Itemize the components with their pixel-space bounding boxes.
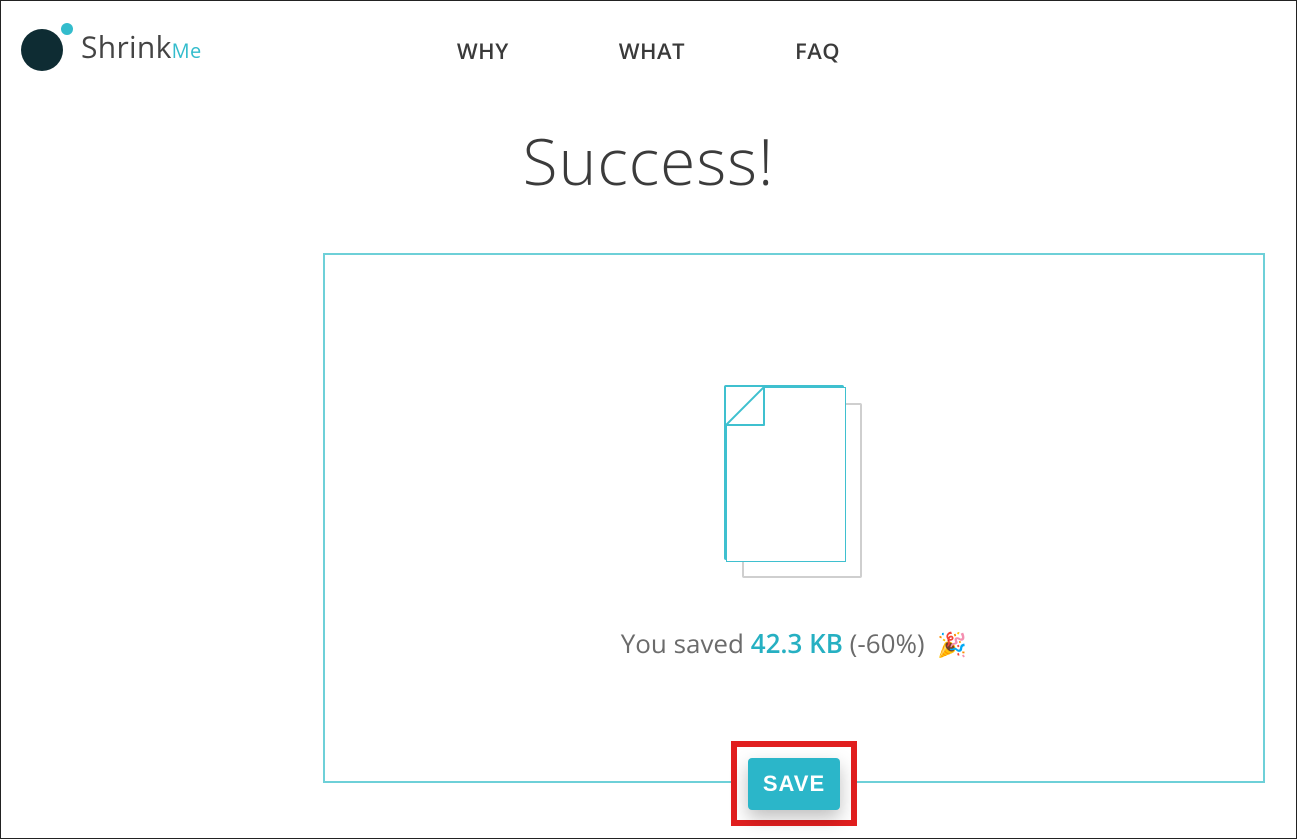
savings-percent: (-60%) <box>843 625 931 661</box>
document-stack-icon <box>724 385 864 585</box>
brand-me: Me <box>172 37 202 64</box>
document-front-svg <box>726 387 846 562</box>
savings-prefix: You saved <box>621 625 751 661</box>
result-panel: You saved 42.3 KB (-60%) 🎉 SAVE <box>323 253 1265 783</box>
brand-name: ShrinkMe <box>81 26 201 67</box>
savings-text: You saved 42.3 KB (-60%) 🎉 <box>325 625 1263 661</box>
top-nav: WHY WHAT FAQ <box>457 36 840 66</box>
party-popper-icon: 🎉 <box>937 628 967 661</box>
nav-what[interactable]: WHAT <box>619 36 685 66</box>
save-button[interactable]: SAVE <box>748 758 840 810</box>
savings-amount: 42.3 KB <box>751 625 843 661</box>
page-title: Success! <box>1 117 1296 204</box>
nav-why[interactable]: WHY <box>457 36 509 66</box>
brand-shrink: Shrink <box>81 26 172 67</box>
save-button-highlight: SAVE <box>731 741 857 826</box>
nav-faq[interactable]: FAQ <box>795 36 840 66</box>
logo-icon <box>21 23 67 69</box>
